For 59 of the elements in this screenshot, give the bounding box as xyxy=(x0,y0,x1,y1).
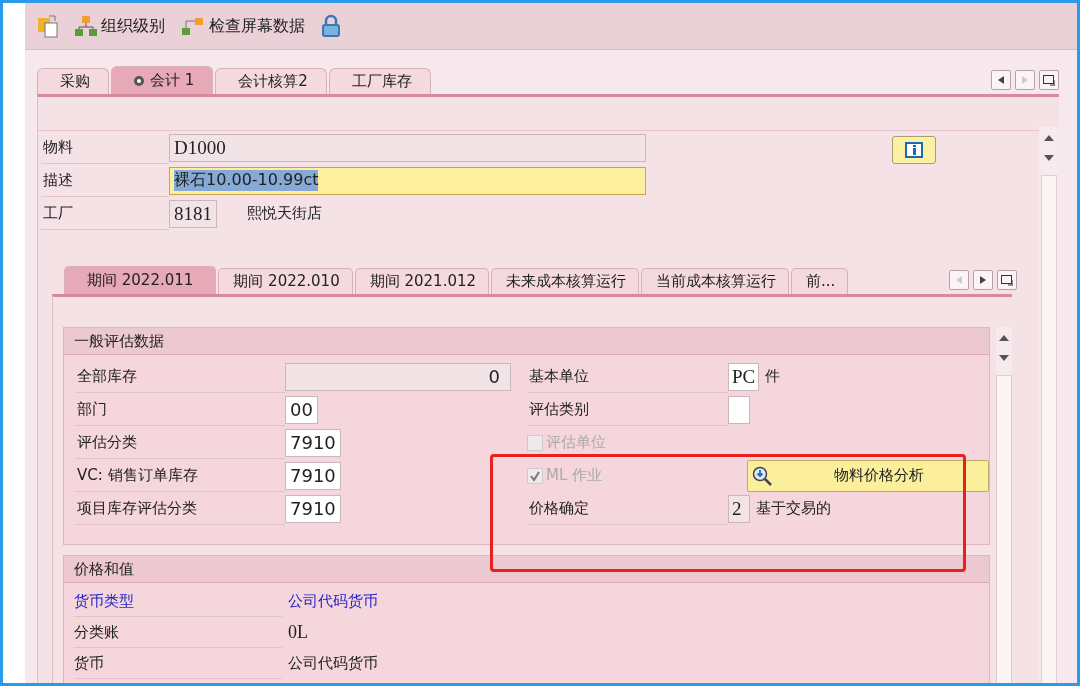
scrollbar[interactable] xyxy=(1039,127,1059,683)
copy-icon[interactable] xyxy=(37,14,59,38)
tab-list-button[interactable] xyxy=(1039,70,1059,90)
input-field[interactable]: PC xyxy=(728,362,760,391)
hierarchy-icon xyxy=(75,15,97,37)
caret-left-icon xyxy=(956,276,962,284)
magnifier-icon xyxy=(752,465,774,486)
tab[interactable]: 期间 2022.011 xyxy=(64,266,217,294)
info-button[interactable] xyxy=(892,135,936,164)
plant-field[interactable]: 8181 xyxy=(169,199,217,228)
column-link[interactable]: 公司代码货币 xyxy=(288,592,378,611)
tab[interactable]: 期间 2022.010 xyxy=(218,268,353,294)
input-field[interactable]: 00 xyxy=(285,395,318,424)
scroll-left-button[interactable] xyxy=(991,70,1011,90)
input-field[interactable]: 0 xyxy=(285,362,511,391)
tab[interactable]: 当前成本核算运行 xyxy=(641,268,790,294)
group-title: 一般评估数据 xyxy=(64,328,989,355)
material-field[interactable]: D1000 xyxy=(169,133,646,162)
toolbar-button[interactable]: 组织级别 xyxy=(75,15,165,37)
toolbar-button[interactable]: 检查屏幕数据 xyxy=(181,15,305,37)
window-icon xyxy=(1043,74,1055,86)
value-text: 0L xyxy=(288,622,308,643)
column-link[interactable]: 货币类型 xyxy=(74,586,282,617)
caret-left-icon xyxy=(998,76,1004,84)
description-field[interactable]: 裸石10.00-10.99ct xyxy=(169,166,646,195)
hierarchy-icon xyxy=(181,15,205,37)
value-text: 基于交易的 xyxy=(756,499,831,518)
caret-right-icon xyxy=(1022,76,1028,84)
scroll-down-icon[interactable] xyxy=(1044,155,1054,161)
window-icon xyxy=(1001,274,1013,286)
scroll-up-icon[interactable] xyxy=(999,335,1009,341)
input-field[interactable]: 7910 xyxy=(285,461,341,490)
tab[interactable]: 会计核算2 xyxy=(215,68,327,94)
tab[interactable]: 工厂库存 xyxy=(328,68,431,94)
value-text: 公司代码货币 xyxy=(288,654,378,673)
input-field[interactable] xyxy=(728,395,750,424)
input-field[interactable]: 7910 xyxy=(285,494,341,523)
checkbox-label: ML 作业 xyxy=(546,466,603,485)
tab[interactable]: 采购 xyxy=(37,68,109,94)
tab[interactable]: 期间 2021.012 xyxy=(354,268,490,294)
tab[interactable]: 前... xyxy=(791,268,849,294)
field-label: 货币 xyxy=(74,648,282,679)
input-field[interactable]: 7910 xyxy=(285,428,341,457)
scroll-right-button[interactable] xyxy=(973,270,993,290)
scroll-up-icon[interactable] xyxy=(1044,135,1054,141)
tab[interactable]: 未来成本核算运行 xyxy=(491,268,640,294)
lock-icon[interactable] xyxy=(321,14,341,38)
value-text: 件 xyxy=(765,367,781,386)
caret-right-icon xyxy=(980,276,986,284)
checkbox-label: 评估单位 xyxy=(546,433,606,452)
field-label: 分类账 xyxy=(74,617,282,648)
scrollbar[interactable] xyxy=(996,327,1012,683)
tab[interactable]: 会计 1 xyxy=(111,66,214,94)
tab-list-button[interactable] xyxy=(997,270,1017,290)
info-icon xyxy=(905,141,923,158)
group-title: 价格和值 xyxy=(64,556,989,583)
scroll-down-icon[interactable] xyxy=(999,355,1009,361)
plant-name: 熙悦天街店 xyxy=(247,204,322,223)
input-field[interactable]: 2 xyxy=(728,494,750,523)
